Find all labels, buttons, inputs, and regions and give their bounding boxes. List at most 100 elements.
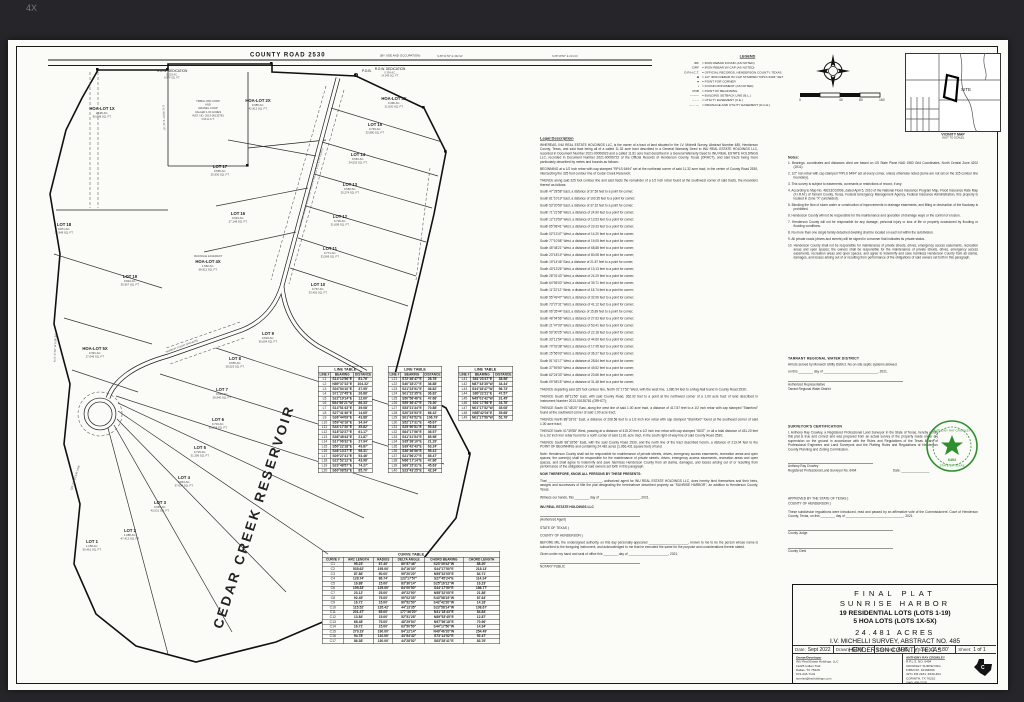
list-item: 8. No more than one single family detach… bbox=[788, 231, 978, 235]
table-row: C1786.38'130.00'44°28'52"S63°28'41"E83.7… bbox=[322, 639, 500, 644]
table-row: L42N87°43'35"W34.44' bbox=[458, 382, 512, 387]
list-item: South 73°27'31" West, a distance of 41.1… bbox=[540, 303, 758, 306]
list-item: 9. All private roads (drives and streets… bbox=[788, 238, 978, 242]
subdivision-name: SUNRISE HARBOR bbox=[793, 599, 997, 608]
list-item: Sheet:1 of 1 bbox=[956, 646, 996, 653]
table-row: L23S21°23'51"E36.82' bbox=[388, 387, 442, 392]
scale-bar-label: 40 bbox=[839, 98, 843, 102]
list-item: 5. Blocking the flow of storm water or c… bbox=[788, 204, 978, 212]
legal-paragraph: WHEREAS, INU REAL ESTATE HOLDINGS LLC, i… bbox=[540, 144, 758, 165]
cert-name: Anthony Ray Crowley bbox=[788, 465, 873, 469]
lot-area-sf: 35,694 SQ. FT. bbox=[259, 340, 278, 344]
table-row: L38N66°17'14"E47.86' bbox=[388, 459, 442, 464]
table-row: L45N45°01'42"W31.45' bbox=[458, 396, 512, 401]
table-row: L27S53°21'34"E70.88' bbox=[388, 406, 442, 411]
table-row: L14S17°06'32"E27.94' bbox=[318, 439, 372, 444]
lot-area-sf: 21,620 SQ. FT. bbox=[385, 105, 404, 109]
list-item: South 70°02'38" West, a distance of 17.9… bbox=[540, 346, 758, 349]
legal-description-column: Legal Description WHEREAS, INU REAL ESTA… bbox=[540, 136, 758, 569]
lot-area-sf: 33,402 SQ. FT. bbox=[309, 291, 328, 295]
list-item: THENCE North 01°39'58" West, passing at … bbox=[540, 430, 758, 438]
table-row: L48N88°42'04"E35.68' bbox=[458, 411, 512, 416]
title-block: FINAL PLAT SUNRISE HARBOR 19 RESIDENTIAL… bbox=[792, 584, 998, 684]
scale-bar-label: 0 bbox=[799, 98, 801, 102]
table-row: L9S36°44'09"E43.88' bbox=[318, 415, 372, 420]
table-row: L2N89°37'22"E104.32' bbox=[318, 382, 372, 387]
list-item: South 64°55'00" West, a distance of 39.7… bbox=[540, 282, 758, 285]
table-row: L10S59°42'16"E34.34' bbox=[318, 420, 372, 425]
list-item: South 12°19'59" West, a distance of 13.5… bbox=[540, 219, 758, 222]
lot-area-sf: 28,940 SQ. FT. bbox=[213, 396, 232, 400]
table-row: L19S23°48'57"E74.27' bbox=[318, 463, 372, 468]
lot-area-sf: 42,912 SQ. FT. bbox=[249, 107, 268, 111]
line-table-3: LINE TABLELINE #BEARINGDISTANCEL41S61°23… bbox=[458, 366, 513, 420]
list-item: THENCE North 88°18'01" East, a distance … bbox=[540, 418, 758, 426]
scale-bar: 04080160 bbox=[796, 90, 888, 102]
drainage-easement-label: DRAINAGE EASEMENT bbox=[194, 254, 223, 258]
list-item: South 06°35'44" East, a distance of 15.8… bbox=[540, 310, 758, 313]
list-item: South 62°24'33" West, a distance of 20.6… bbox=[540, 374, 758, 377]
lot-area-sf: 17,049 SQ. FT. bbox=[86, 355, 105, 359]
water-district-block: TARRANT REGIONAL WATER DISTRICT All lots… bbox=[788, 352, 978, 391]
list-item: 2. 1/2" iron rebar with cap stamped "RPL… bbox=[788, 172, 978, 180]
pob-label: P.O.B. bbox=[362, 69, 372, 73]
table-header: CHORD LENGTH bbox=[463, 557, 500, 562]
list-item: South 28°31'43" West, a distance of 24.2… bbox=[540, 275, 758, 278]
list-item: South 55°49'47" West, a distance of 32.0… bbox=[540, 296, 758, 299]
adjoiner-label: TRIBAL WIN CORP bbox=[196, 99, 220, 103]
list-item: South 15°56'03" West, a distance of 36.2… bbox=[540, 353, 758, 356]
list-item: Drawn:CDM bbox=[834, 646, 875, 653]
lot-area-sf: 35,907 SQ. FT. bbox=[121, 283, 140, 287]
notes-list: 1. Bearings, coordinates and distances c… bbox=[788, 162, 978, 261]
now-therefore: NOW THEREFORE, KNOW ALL PERSONS BY THESE… bbox=[540, 472, 758, 476]
dedication-paragraph: That ______________________________, aut… bbox=[540, 480, 758, 493]
list-item: 7. Henderson County will not be responsi… bbox=[788, 221, 978, 229]
lot-area-sf: 50,461 SQ. FT. bbox=[83, 548, 102, 552]
line-table-2-wrap: LINE TABLELINE #BEARINGDISTANCEL21S72°46… bbox=[388, 366, 443, 473]
line-table-3-wrap: LINE TABLELINE #BEARINGDISTANCEL41S61°23… bbox=[458, 366, 513, 420]
legal-paragraph: THENCE along said 325 foot contour line … bbox=[540, 179, 758, 187]
table-row: L17S09°27'41"E53.46' bbox=[318, 454, 372, 459]
table-header: DISTANCE bbox=[494, 372, 513, 377]
county-road-label: COUNTY ROAD 2530 bbox=[250, 53, 326, 59]
table-row: L36S36°46'56"E55.41' bbox=[388, 449, 442, 454]
table-row: L41S61°23'47"E38.58' bbox=[458, 377, 512, 382]
before-me-paragraph: BEFORE ME, the undersigned authority, on… bbox=[540, 541, 758, 549]
table-row: L30S52°17'31"E45.67' bbox=[388, 420, 442, 425]
list-item: South 37°59'50" West, a distance of 49.5… bbox=[540, 367, 758, 370]
table-row: L29S01°43'52"E106.79' bbox=[388, 415, 442, 420]
line-table-2: LINE TABLELINE #BEARINGDISTANCEL21S72°46… bbox=[388, 366, 442, 473]
notary-caption: NOTARY PUBLIC bbox=[540, 565, 758, 569]
vicinity-map: SITE bbox=[905, 53, 1001, 132]
signature-line bbox=[788, 463, 873, 464]
list-item: THENCE South 01°48'20" East, along the w… bbox=[540, 407, 758, 415]
list-item: 10. Henderson County shall not be respon… bbox=[788, 244, 978, 260]
table-header: CHORD BEARING bbox=[425, 557, 464, 562]
legal-paragraph: BEGINNING at a 1/2 inch rebar with cap s… bbox=[540, 168, 758, 176]
row-dedication-sf: 14,549 SQ. FT. bbox=[381, 74, 399, 78]
list-item: 3. This survey is subject to easements, … bbox=[788, 183, 978, 187]
bearing-distance-label: S 01°48'20" E 417.87' bbox=[162, 105, 167, 132]
final-plat-label: FINAL PLAT bbox=[793, 589, 997, 598]
owner-contact: Owner/DeveloperINU Real Estate Holdings,… bbox=[796, 656, 903, 681]
svg-text:CEDAR CREEK RESERVOIR: CEDAR CREEK RESERVOIR bbox=[210, 403, 297, 631]
lot-area-sf: 28,523 SQ. FT. bbox=[226, 365, 245, 369]
adjoiner-label: CALLED 1.00 ACRES bbox=[195, 110, 221, 114]
signature-line bbox=[540, 564, 640, 565]
given-line: Given under my hand and seal of office t… bbox=[540, 552, 758, 556]
table-row: L49N01°17'56"W52.76' bbox=[458, 415, 512, 420]
water-district-heading: TARRANT REGIONAL WATER DISTRICT bbox=[788, 357, 978, 361]
seal-state: STATE OF TEXAS bbox=[940, 464, 965, 468]
list-item: South 40°13'26" West, a distance of 13.1… bbox=[540, 268, 758, 271]
list-item: South 47°28'58" East, a distance of 37.5… bbox=[540, 190, 758, 193]
table-row: L35S39°42'43"E63.24' bbox=[388, 444, 442, 449]
list-item: THENCE departing said 325 foot contour l… bbox=[540, 388, 758, 392]
row-dedication-label: R.O.W. DEDICATION bbox=[157, 69, 188, 73]
signature-line bbox=[540, 517, 640, 518]
table-row: L31S25°50'51"E59.84' bbox=[388, 425, 442, 430]
vicinity-caption-wrap: VICINITY MAP (NOT TO SCALE) bbox=[905, 133, 1001, 140]
approval-line2: COUNTY OF HENDERSON ) bbox=[788, 502, 978, 506]
table-row: L20S60°08'53"E85.70' bbox=[318, 468, 372, 473]
legend-title: LEGEND bbox=[676, 54, 819, 59]
lot-area-sf: 25,930 SQ. FT. bbox=[211, 173, 230, 177]
